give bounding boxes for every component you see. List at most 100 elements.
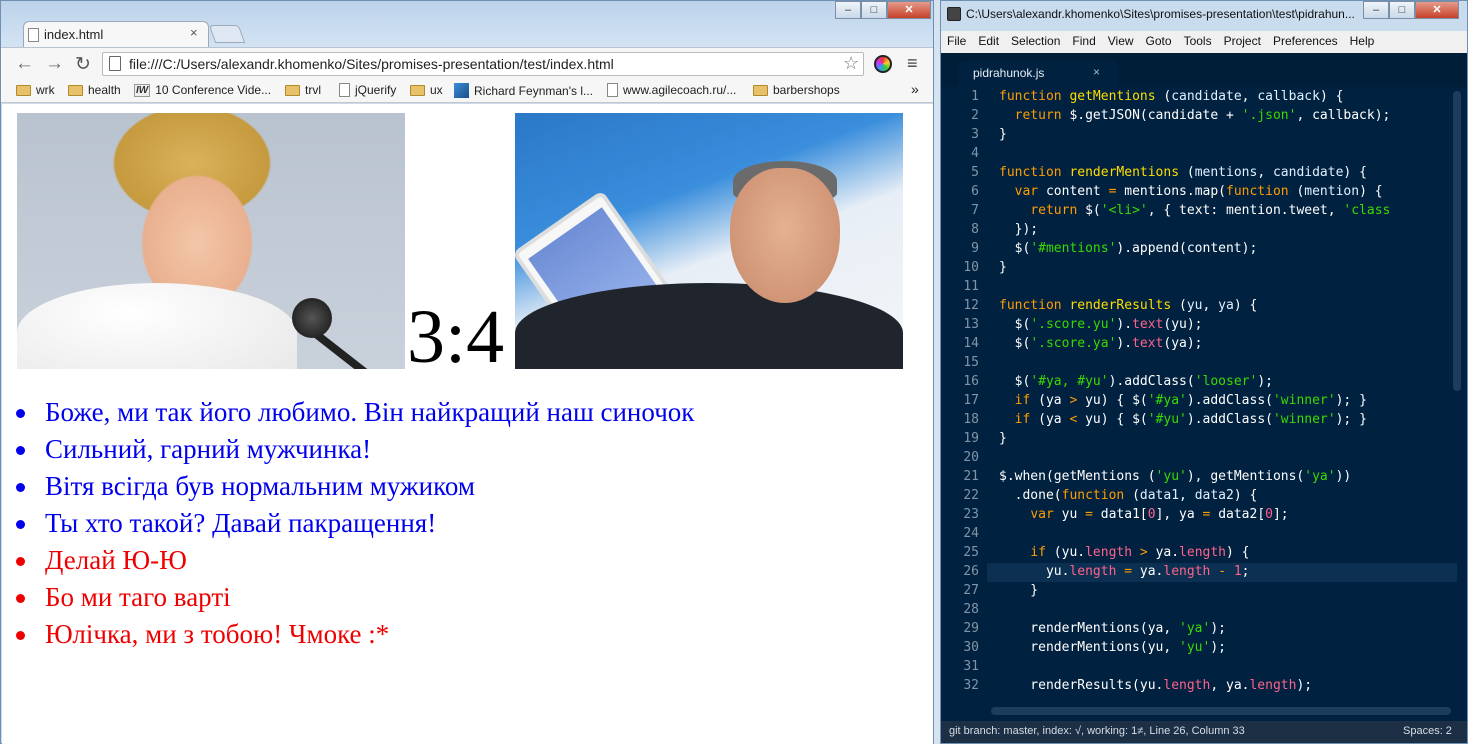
code-token: 'ya' [1179, 621, 1211, 636]
editor-tab[interactable]: pidrahunok.js × [959, 61, 1119, 87]
code-token: data2[ [1218, 507, 1266, 522]
code-line: $('#mentions').append(content); [999, 241, 1258, 256]
line-number: 25 [963, 545, 979, 560]
menu-find[interactable]: Find [1066, 31, 1101, 53]
extension-icon[interactable] [874, 55, 892, 73]
menu-file[interactable]: File [941, 31, 972, 53]
code-token: - [1218, 564, 1234, 579]
address-bar[interactable]: file:///C:/Users/alexandr.khomenko/Sites… [102, 52, 864, 76]
bookmark-item[interactable]: trvl [285, 83, 321, 97]
code-token: } [999, 127, 1007, 142]
code-line: return $.getJSON(candidate + '.json', ca… [999, 108, 1391, 123]
minimize-button[interactable]: – [1363, 1, 1389, 19]
line-number: 19 [963, 431, 979, 446]
code-token: renderResults [1069, 298, 1180, 313]
code-token: ya. [1155, 545, 1180, 560]
code-token: text [1132, 317, 1164, 332]
code-token: ) { [1319, 89, 1344, 104]
line-number: 4 [971, 146, 979, 161]
back-arrow-icon[interactable]: ← [15, 53, 34, 75]
reload-icon[interactable]: ↻ [75, 53, 91, 76]
code-line: if (ya > yu) { $('#ya').addClass('winner… [999, 393, 1367, 408]
code-token: renderMentions [1069, 165, 1187, 180]
code-token: length [1179, 545, 1227, 560]
editor-title: C:\Users\alexandr.khomenko\Sites\promise… [966, 7, 1355, 21]
code-token: yu) { $( [1085, 412, 1148, 427]
menu-edit[interactable]: Edit [972, 31, 1005, 53]
code-token: ). [1116, 317, 1133, 332]
editor-tab-close-icon[interactable]: × [1093, 65, 1100, 79]
folder-icon [16, 84, 31, 96]
menu-goto[interactable]: Goto [1140, 31, 1178, 53]
code-token: $.when(getMentions ( [999, 469, 1156, 484]
close-button[interactable]: ✕ [1415, 1, 1459, 19]
code-token: $( [999, 317, 1031, 332]
code-area[interactable]: 1 2 3 4 5 6 7 8 9 10 11 12 13 14 15 16 17 18 19 20 21 22 23 24 2… [941, 87, 1467, 721]
code-token: 'yu' [1155, 469, 1187, 484]
code-token: ).addClass( [1186, 412, 1273, 427]
menu-icon[interactable]: ≡ [907, 53, 918, 74]
line-number: 14 [963, 336, 979, 351]
code-token: , [1257, 165, 1273, 180]
line-number: 21 [963, 469, 979, 484]
code-token: 'winner' [1272, 412, 1336, 427]
vertical-scrollbar[interactable] [1453, 91, 1461, 391]
code-line: $.when(getMentions ('yu'), getMentions('… [999, 469, 1351, 484]
code-token: ).append(content); [1116, 241, 1258, 256]
code-token: '#mentions' [1030, 241, 1117, 256]
bookmark-star-icon[interactable]: ☆ [843, 53, 859, 74]
code-token: mentions.map( [1124, 184, 1226, 199]
code-line: renderMentions(ya, 'ya'); [999, 621, 1226, 636]
code-token: } [999, 583, 1039, 598]
line-number: 32 [963, 678, 979, 693]
bookmark-item[interactable]: barbershops [753, 83, 840, 97]
editor-window-controls: – □ ✕ [1363, 1, 1459, 19]
close-button[interactable]: ✕ [887, 1, 931, 19]
menu-tools[interactable]: Tools [1178, 31, 1218, 53]
code-token: 1 [1233, 564, 1242, 579]
menu-view[interactable]: View [1102, 31, 1140, 53]
line-number: 24 [963, 526, 979, 541]
code-line: $('.score.yu').text(yu); [999, 317, 1203, 332]
code-token: < [1069, 412, 1086, 427]
code-token: function [999, 298, 1070, 313]
bookmark-item[interactable]: wrk [16, 83, 55, 97]
code-line: function renderMentions (mentions, candi… [999, 165, 1367, 180]
indent-setting[interactable]: Spaces: 2 [1403, 725, 1452, 737]
bookmark-item[interactable]: Richard Feynman's l... [454, 83, 593, 98]
menu-help[interactable]: Help [1344, 31, 1381, 53]
bookmark-item[interactable]: IW 10 Conference Vide... [134, 83, 271, 97]
horizontal-scrollbar[interactable] [991, 707, 1451, 715]
sublime-icon [947, 7, 961, 21]
code-token: $( [999, 241, 1031, 256]
code-token: function [1061, 488, 1133, 503]
code-token: function [999, 165, 1070, 180]
browser-tab[interactable]: index.html × [23, 21, 209, 47]
bookmark-item[interactable]: health [68, 83, 121, 97]
code-token: function [999, 89, 1070, 104]
maximize-button[interactable]: □ [1389, 1, 1415, 19]
maximize-button[interactable]: □ [861, 1, 887, 19]
bookmark-item[interactable]: ux [410, 83, 443, 97]
menu-preferences[interactable]: Preferences [1267, 31, 1344, 53]
code-token: ) { [1233, 298, 1258, 313]
code-token: length [1249, 678, 1297, 693]
url-text[interactable]: file:///C:/Users/alexandr.khomenko/Sites… [129, 56, 614, 72]
more-bookmarks-icon[interactable]: » [911, 81, 919, 97]
bookmark-item[interactable]: jQuerify [339, 83, 396, 97]
new-tab-button[interactable] [208, 25, 246, 43]
menu-project[interactable]: Project [1218, 31, 1267, 53]
code-token: length [1163, 564, 1219, 579]
menu-selection[interactable]: Selection [1005, 31, 1066, 53]
code-token: getMentions [1069, 89, 1164, 104]
line-number: 13 [963, 317, 979, 332]
code-token: text [1132, 336, 1164, 351]
bookmark-item[interactable]: www.agilecoach.ru/... [607, 83, 736, 97]
tab-close-icon[interactable]: × [190, 25, 198, 40]
forward-arrow-icon[interactable]: → [45, 53, 64, 75]
code-token: length [1163, 678, 1211, 693]
code-token: ) { [1226, 545, 1250, 560]
minimize-button[interactable]: – [835, 1, 861, 19]
